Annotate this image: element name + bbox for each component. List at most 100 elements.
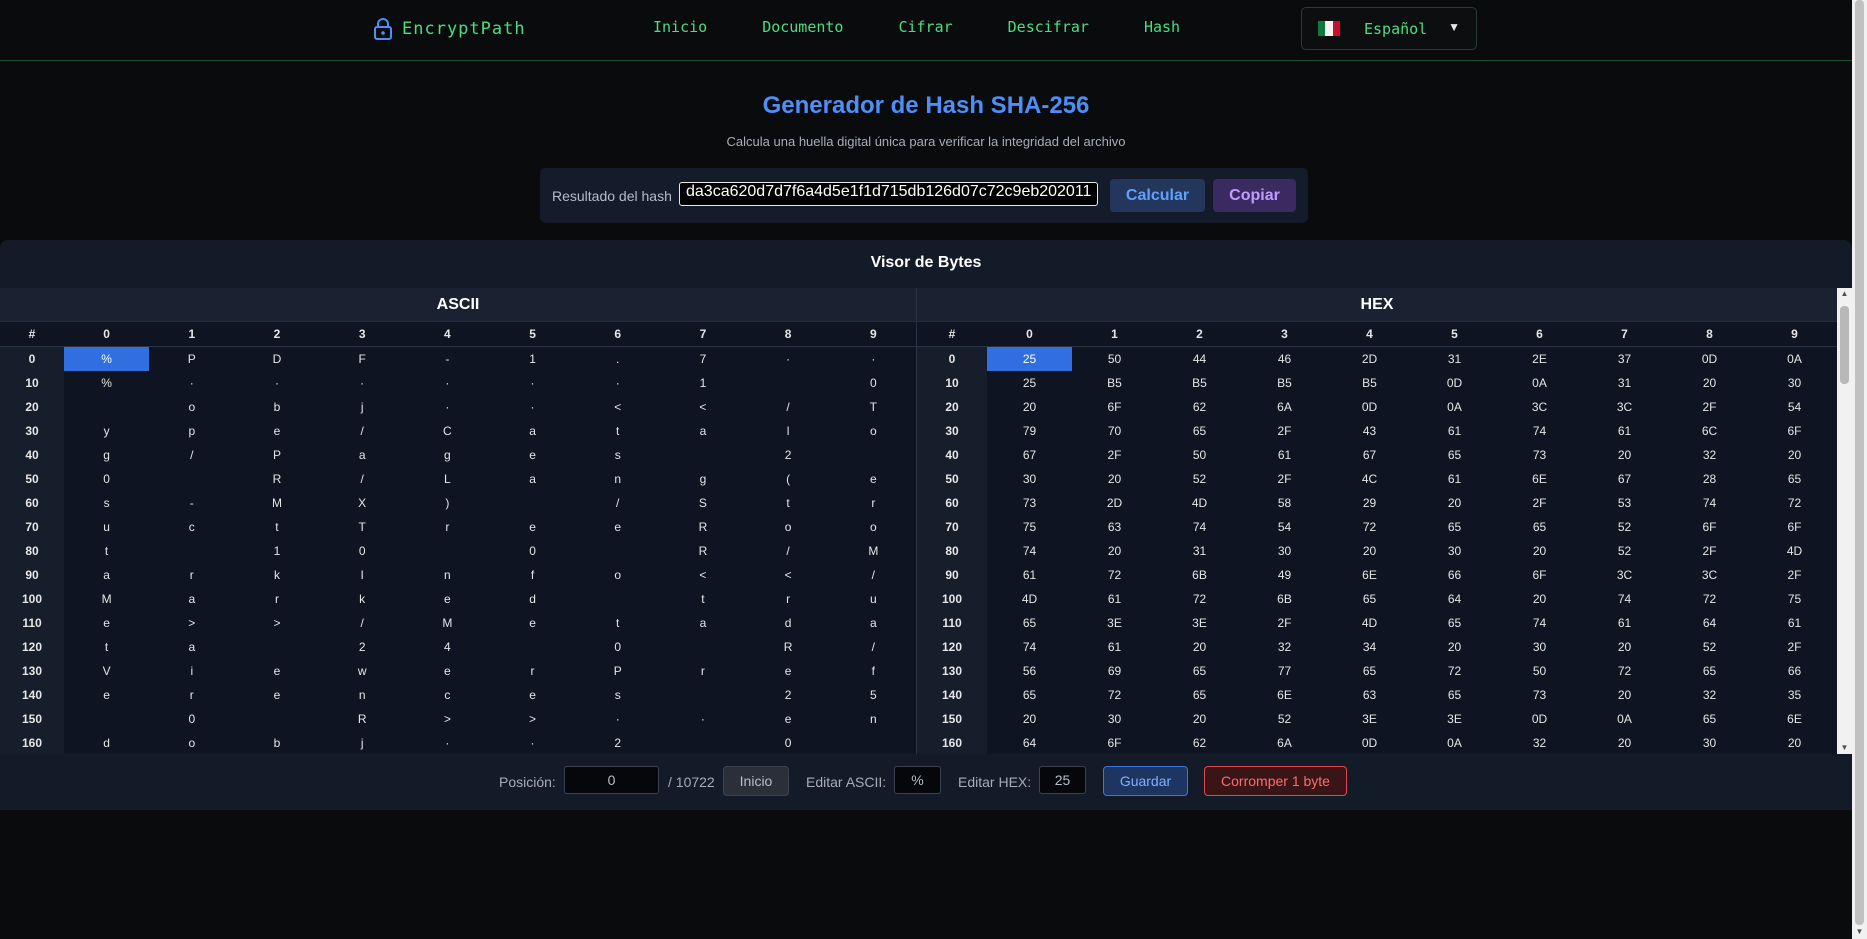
ascii-byte-cell[interactable]: · — [405, 731, 490, 754]
edit-ascii-input[interactable] — [894, 766, 941, 794]
hex-byte-cell[interactable]: 31 — [1157, 539, 1242, 563]
hex-byte-cell[interactable]: 74 — [1497, 419, 1582, 443]
hex-byte-cell[interactable]: 65 — [1157, 683, 1242, 707]
ascii-byte-cell[interactable]: a — [490, 419, 575, 443]
hex-byte-cell[interactable]: 72 — [1072, 563, 1157, 587]
hex-byte-cell[interactable]: 3E — [1412, 707, 1497, 731]
go-start-button[interactable]: Inicio — [723, 766, 789, 796]
ascii-byte-cell[interactable]: · — [149, 371, 234, 395]
hex-byte-cell[interactable]: 0D — [1412, 371, 1497, 395]
hex-byte-cell[interactable]: B5 — [1327, 371, 1412, 395]
ascii-byte-cell[interactable]: o — [149, 395, 234, 419]
ascii-byte-cell[interactable]: · — [831, 347, 916, 372]
hex-byte-cell[interactable]: 61 — [1242, 443, 1327, 467]
ascii-byte-cell[interactable]: s — [575, 683, 660, 707]
ascii-byte-cell[interactable]: t — [575, 419, 660, 443]
hex-byte-cell[interactable]: 4D — [1157, 491, 1242, 515]
ascii-byte-cell[interactable]: > — [490, 707, 575, 731]
hex-byte-cell[interactable]: 0A — [1752, 347, 1837, 372]
hex-byte-cell[interactable]: 50 — [1157, 443, 1242, 467]
ascii-byte-cell[interactable]: n — [831, 707, 916, 731]
ascii-byte-cell[interactable]: I — [320, 563, 405, 587]
ascii-byte-cell[interactable]: r — [831, 491, 916, 515]
hex-byte-cell[interactable]: 65 — [987, 683, 1072, 707]
nav-link-descifrar[interactable]: Descifrar — [1008, 18, 1089, 36]
ascii-byte-cell[interactable] — [660, 635, 745, 659]
ascii-byte-cell[interactable]: r — [149, 683, 234, 707]
ascii-byte-cell[interactable]: · — [490, 731, 575, 754]
hex-byte-cell[interactable]: 2E — [1497, 347, 1582, 372]
hex-byte-cell[interactable]: 20 — [1497, 587, 1582, 611]
ascii-byte-cell[interactable]: t — [64, 635, 149, 659]
hex-byte-cell[interactable]: 65 — [1497, 515, 1582, 539]
ascii-byte-cell[interactable]: 2 — [746, 443, 831, 467]
hex-byte-cell[interactable]: 72 — [1072, 683, 1157, 707]
hex-byte-cell[interactable]: 67 — [987, 443, 1072, 467]
ascii-byte-cell[interactable]: · — [490, 395, 575, 419]
ascii-byte-cell[interactable]: 1 — [234, 539, 319, 563]
nav-link-documento[interactable]: Documento — [762, 18, 843, 36]
hex-byte-cell[interactable]: 31 — [1582, 371, 1667, 395]
hex-byte-cell[interactable]: 32 — [1497, 731, 1582, 754]
hex-byte-cell[interactable]: 61 — [1752, 611, 1837, 635]
save-button[interactable]: Guardar — [1103, 766, 1188, 796]
ascii-byte-cell[interactable]: X — [320, 491, 405, 515]
ascii-byte-cell[interactable]: a — [831, 611, 916, 635]
ascii-byte-cell[interactable]: e — [234, 419, 319, 443]
ascii-byte-cell[interactable]: / — [746, 395, 831, 419]
ascii-byte-cell[interactable]: u — [64, 515, 149, 539]
hex-byte-cell[interactable]: 0D — [1327, 731, 1412, 754]
ascii-byte-cell[interactable] — [405, 539, 490, 563]
ascii-byte-cell[interactable]: > — [405, 707, 490, 731]
ascii-byte-cell[interactable] — [575, 539, 660, 563]
ascii-byte-cell[interactable]: j — [320, 731, 405, 754]
hex-byte-cell[interactable]: 0A — [1412, 395, 1497, 419]
ascii-byte-cell[interactable]: 0 — [490, 539, 575, 563]
ascii-byte-cell[interactable]: n — [405, 563, 490, 587]
ascii-byte-cell[interactable]: < — [660, 563, 745, 587]
ascii-byte-cell[interactable]: b — [234, 395, 319, 419]
ascii-byte-cell[interactable]: e — [405, 587, 490, 611]
ascii-byte-cell[interactable]: t — [64, 539, 149, 563]
hex-byte-cell[interactable]: 6F — [1072, 731, 1157, 754]
hex-byte-cell[interactable]: 2D — [1327, 347, 1412, 372]
ascii-byte-cell[interactable] — [831, 731, 916, 754]
ascii-byte-cell[interactable]: d — [746, 611, 831, 635]
ascii-byte-cell[interactable]: T — [320, 515, 405, 539]
ascii-byte-cell[interactable]: / — [746, 539, 831, 563]
ascii-byte-cell[interactable]: 0 — [149, 707, 234, 731]
ascii-byte-cell[interactable]: a — [149, 635, 234, 659]
ascii-byte-cell[interactable]: M — [405, 611, 490, 635]
hex-byte-cell[interactable]: 73 — [1497, 443, 1582, 467]
hex-byte-cell[interactable]: 61 — [1582, 419, 1667, 443]
ascii-byte-cell[interactable]: 2 — [746, 683, 831, 707]
hex-byte-cell[interactable]: 2F — [1242, 611, 1327, 635]
ascii-byte-cell[interactable]: e — [490, 515, 575, 539]
ascii-byte-cell[interactable]: L — [405, 467, 490, 491]
ascii-byte-cell[interactable]: C — [405, 419, 490, 443]
hex-byte-cell[interactable]: 44 — [1157, 347, 1242, 372]
ascii-byte-cell[interactable]: · — [320, 371, 405, 395]
ascii-byte-cell[interactable]: F — [320, 347, 405, 372]
ascii-byte-cell[interactable]: · — [575, 707, 660, 731]
hex-byte-cell[interactable]: 74 — [987, 539, 1072, 563]
ascii-byte-cell[interactable]: g — [64, 443, 149, 467]
hex-byte-cell[interactable]: 25 — [987, 346, 1072, 371]
ascii-byte-cell[interactable]: a — [660, 419, 745, 443]
hex-byte-cell[interactable]: 30 — [987, 467, 1072, 491]
ascii-byte-cell[interactable]: / — [831, 563, 916, 587]
nav-link-cifrar[interactable]: Cifrar — [898, 18, 952, 36]
scrollbar-thumb[interactable] — [1840, 306, 1849, 384]
hex-byte-cell[interactable]: 63 — [1327, 683, 1412, 707]
hex-byte-cell[interactable]: 20 — [1582, 443, 1667, 467]
ascii-byte-cell[interactable]: M — [64, 587, 149, 611]
hex-byte-cell[interactable]: 6F — [1752, 419, 1837, 443]
ascii-byte-cell[interactable]: y — [64, 419, 149, 443]
ascii-byte-cell[interactable]: l — [746, 419, 831, 443]
ascii-byte-cell[interactable]: P — [149, 347, 234, 372]
hex-byte-cell[interactable]: 58 — [1242, 491, 1327, 515]
ascii-byte-cell[interactable]: V — [64, 659, 149, 683]
ascii-byte-cell[interactable]: 2 — [320, 635, 405, 659]
ascii-byte-cell[interactable]: i — [149, 659, 234, 683]
hex-byte-cell[interactable]: 2F — [1072, 443, 1157, 467]
